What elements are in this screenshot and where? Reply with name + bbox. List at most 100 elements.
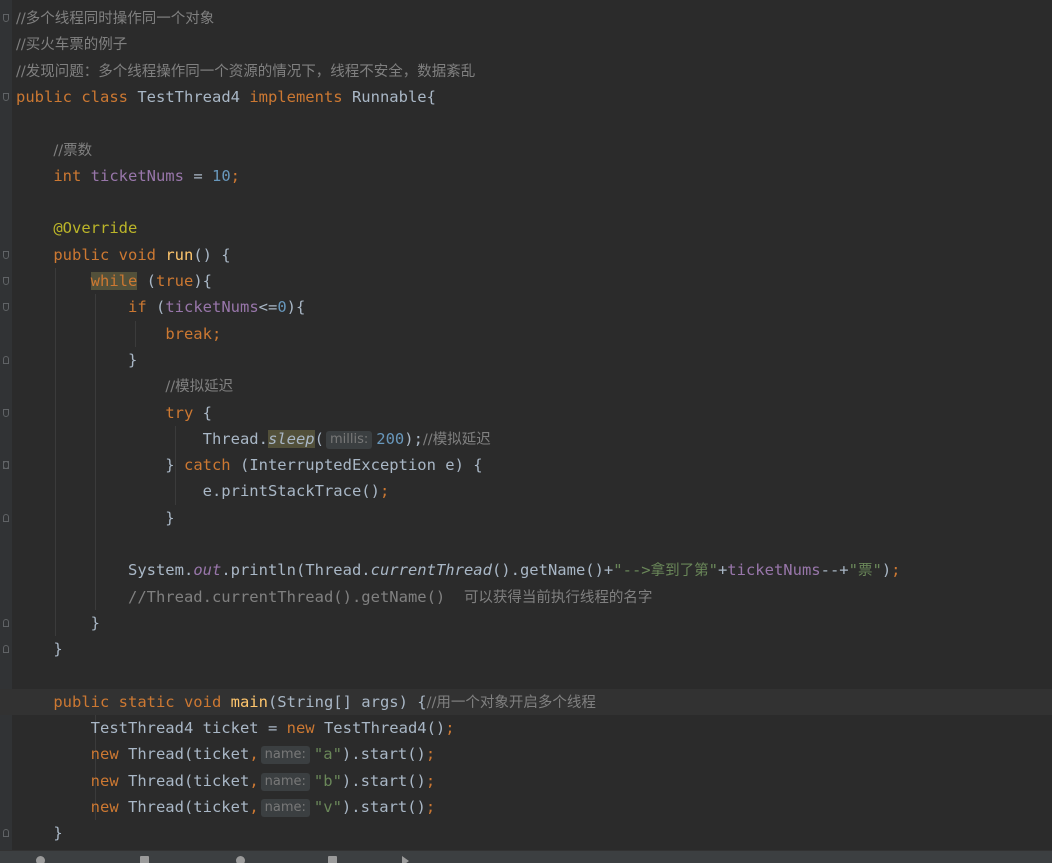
code-line[interactable]: public class TestThread4 implements Runn… xyxy=(0,84,1052,110)
code-line[interactable]: @Override xyxy=(0,215,1052,241)
tool-window-tab[interactable] xyxy=(36,852,45,863)
code-line-text: //买火车票的例子 xyxy=(16,31,127,57)
code-line[interactable]: Thread.sleep(millis: 200);//模拟延迟 xyxy=(0,426,1052,452)
code-token: //Thread.currentThread().getName() xyxy=(127,587,464,606)
code-token: 10 xyxy=(211,166,231,185)
code-line[interactable]: } xyxy=(0,610,1052,636)
code-token: , xyxy=(249,771,259,790)
code-token: TestThread4 ticket = xyxy=(16,719,287,738)
code-line[interactable] xyxy=(0,663,1052,689)
code-line[interactable] xyxy=(0,531,1052,557)
code-token: 可以获得当前执行线程的名字 xyxy=(463,589,653,606)
code-token: //发现问题：多个线程操作同一个资源的情况下，线程不安全，数据紊乱 xyxy=(16,63,476,80)
code-line[interactable]: new Thread(ticket, name: "a").start(); xyxy=(0,741,1052,767)
code-token: //买火车票的例子 xyxy=(16,37,128,54)
code-token: " xyxy=(708,561,718,580)
code-token: new xyxy=(90,798,128,816)
code-line-text: int ticketNums = 10; xyxy=(16,163,240,189)
code-line[interactable]: } xyxy=(0,636,1052,662)
tool-window-tab[interactable] xyxy=(236,852,245,863)
code-line[interactable]: } xyxy=(0,505,1052,531)
code-token: currentThread xyxy=(370,561,492,580)
code-line[interactable]: //模拟延迟 xyxy=(0,373,1052,399)
code-line-text: } xyxy=(16,505,174,531)
code-token: try xyxy=(165,403,203,422)
code-line[interactable]: //Thread.currentThread().getName() 可以获得当… xyxy=(0,584,1052,610)
code-token: 票 xyxy=(857,563,873,580)
code-line[interactable]: while (true){ xyxy=(0,268,1052,294)
code-line[interactable] xyxy=(0,110,1052,136)
code-line[interactable]: } catch (InterruptedException e) { xyxy=(0,452,1052,478)
code-token: ; xyxy=(425,745,436,764)
code-token: out xyxy=(193,561,222,580)
code-line[interactable]: break; xyxy=(0,321,1052,347)
code-line[interactable]: } xyxy=(0,347,1052,373)
code-token: public void xyxy=(53,245,166,264)
code-line[interactable]: try { xyxy=(0,400,1052,426)
tool-window-tab[interactable] xyxy=(140,852,149,863)
code-line-text: //模拟延迟 xyxy=(16,373,233,399)
code-line[interactable]: if (ticketNums<=0){ xyxy=(0,294,1052,320)
tool-window-tab[interactable] xyxy=(402,852,409,863)
code-line[interactable]: //买火车票的例子 xyxy=(0,31,1052,57)
code-line-text: new Thread(ticket, name: "a").start(); xyxy=(16,741,435,767)
code-token: <= xyxy=(258,298,278,317)
code-line-text: //发现问题：多个线程操作同一个资源的情况下，线程不安全，数据紊乱 xyxy=(16,58,475,84)
parameter-hint: name: xyxy=(260,772,310,791)
code-token: //多个线程同时操作同一个对象 xyxy=(16,11,215,27)
code-line[interactable]: e.printStackTrace(); xyxy=(0,478,1052,504)
tool-window-tab[interactable] xyxy=(328,852,337,863)
code-token: } xyxy=(16,350,138,369)
code-token: ticketNums xyxy=(165,298,259,317)
code-line-text: break; xyxy=(16,321,221,347)
code-line[interactable]: public void run() { xyxy=(0,242,1052,268)
code-token: public class xyxy=(16,87,138,106)
code-line-text: @Override xyxy=(16,215,137,241)
code-token: --+ xyxy=(820,561,849,580)
code-token: ( xyxy=(155,298,166,317)
code-token: ( xyxy=(314,429,324,448)
code-token: , xyxy=(249,798,259,816)
code-token: e.printStackTrace() xyxy=(16,482,380,501)
code-token: System. xyxy=(16,561,194,580)
code-line[interactable]: int ticketNums = 10; xyxy=(0,163,1052,189)
code-line[interactable]: System.out.println(Thread.currentThread(… xyxy=(0,557,1052,583)
code-line[interactable]: //发现问题：多个线程操作同一个资源的情况下，线程不安全，数据紊乱 xyxy=(0,58,1052,84)
code-token: main xyxy=(230,692,268,711)
code-line[interactable]: public static void main(String[] args) {… xyxy=(0,688,1052,715)
code-token: Runnable{ xyxy=(351,87,436,106)
code-token: ; xyxy=(891,561,901,580)
code-line[interactable]: //多个线程同时操作同一个对象 xyxy=(0,5,1052,31)
code-token: Thread(ticket xyxy=(127,771,250,790)
code-line-text: //Thread.currentThread().getName() 可以获得当… xyxy=(16,584,652,610)
parameter-hint: name: xyxy=(260,799,310,817)
code-line-text: try { xyxy=(16,400,212,426)
code-line[interactable]: } xyxy=(0,820,1052,846)
code-token: break; xyxy=(165,324,222,343)
code-line-text: TestThread4 ticket = new TestThread4(); xyxy=(16,715,455,741)
code-line[interactable]: new Thread(ticket, name: "v").start(); xyxy=(0,794,1052,820)
code-line-text: } xyxy=(16,610,100,636)
code-token: ; xyxy=(230,166,240,185)
code-line-text: Thread.sleep(millis: 200);//模拟延迟 xyxy=(16,426,491,452)
code-token: ); xyxy=(404,429,423,448)
code-editor[interactable]: //多个线程同时操作同一个对象 //买火车票的例子 //发现问题：多个线程操作同一个… xyxy=(0,0,1052,850)
code-line[interactable]: //票数 xyxy=(0,137,1052,163)
code-token: } xyxy=(16,456,184,475)
code-line[interactable]: TestThread4 ticket = new TestThread4(); xyxy=(0,715,1052,741)
code-token: //用一个对象开启多个线程 xyxy=(426,694,596,711)
code-token: Thread(ticket xyxy=(127,745,250,764)
code-token: ).start() xyxy=(341,798,426,816)
code-token: } xyxy=(16,640,63,659)
code-line[interactable]: new Thread(ticket, name: "b").start(); xyxy=(0,768,1052,794)
code-token: Thread(ticket xyxy=(127,798,250,816)
code-line-text: //票数 xyxy=(16,137,92,163)
code-line-text: public static void main(String[] args) {… xyxy=(16,689,596,715)
code-line[interactable] xyxy=(0,189,1052,215)
code-token: TestThread4() xyxy=(323,719,446,738)
